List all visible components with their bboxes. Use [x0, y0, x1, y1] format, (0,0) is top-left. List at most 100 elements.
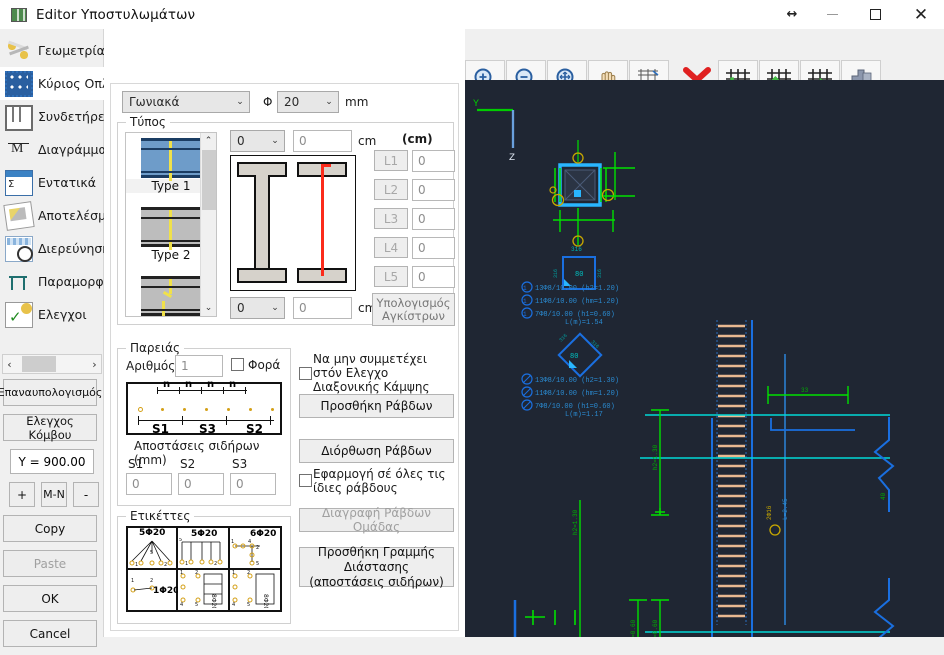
annotation-line: 7Φ8/10.00 (h1=0.60) — [535, 403, 615, 411]
svg-text:5: 5 — [247, 602, 250, 608]
dim-label: h1=0.60 — [652, 619, 659, 637]
cad-drawing-area[interactable]: Y Z 316 80 316 316 1 13Φ8/10.00 (h2=1.20… — [465, 80, 944, 637]
label-tile[interactable]: 6Φ20 14 25 1 2 4 5 8Φ20 — [230, 526, 282, 612]
sidebar-horizontal-scrollbar[interactable]: ‹ › — [2, 354, 102, 374]
svg-text:2: 2 — [247, 570, 250, 576]
sidebar-item-diagrams[interactable]: Διαγράμματα — [0, 133, 104, 166]
close-button[interactable]: ✕ — [898, 0, 944, 29]
add-dimension-line-button[interactable]: Προσθήκη Γραμμής Διάστασης (αποστάσεις σ… — [299, 545, 454, 589]
minus-button[interactable]: - — [73, 482, 99, 507]
copy-button[interactable]: Copy — [3, 515, 97, 542]
add-dimension-line-l2: (αποστάσεις σιδήρων) — [309, 574, 444, 589]
spacing-title: Αποστάσεις σιδήρων (mm) — [134, 439, 260, 467]
face-group: Παρειάς Αριθμός 1 Φορά n n n n S1 S3 S2 … — [117, 341, 291, 506]
exclude-biaxial-label: Να μην συμμετέχει στόν Ελεγχο Διαξονικής… — [313, 352, 430, 394]
sidebar-item-label: Συνδετήρες — [38, 109, 104, 124]
l5-input[interactable]: 0 — [412, 266, 455, 288]
fix-bars-button[interactable]: Διόρθωση Ράβδων — [299, 439, 454, 463]
l3-input[interactable]: 0 — [412, 208, 455, 230]
l2-input[interactable]: 0 — [412, 179, 455, 201]
label-tile[interactable]: 5Φ20 512 1 2 4 5 8Φ20 — [178, 526, 230, 612]
svg-text:L=2.45: L=2.45 — [782, 498, 789, 520]
mn-controls: + M-N - — [9, 482, 101, 507]
sidebar-item-geometry[interactable]: Γεωμετρία — [0, 34, 104, 67]
paste-button: Paste — [3, 550, 97, 577]
scrollbar-thumb[interactable] — [22, 356, 56, 372]
top-offset-input[interactable]: 0 — [293, 130, 352, 152]
diameter-unit-label: mm — [345, 95, 369, 109]
bar-shape-select[interactable]: Γωνιακά ⌄ — [122, 91, 250, 113]
face-group-title: Παρειάς — [126, 341, 185, 355]
sidebar-item-main-reinforcement[interactable]: Κύριος Οπλισμός — [0, 67, 104, 100]
checks-icon — [5, 301, 33, 328]
svg-text:Y: Y — [473, 99, 479, 110]
spacing-s2-input[interactable]: 0 — [178, 473, 224, 495]
deformations-icon — [5, 269, 33, 295]
l1-input[interactable]: 0 — [412, 150, 455, 172]
exclude-biaxial-checkbox[interactable] — [299, 367, 312, 380]
type-1-thumb — [141, 138, 201, 181]
sidebar-item-internal-forces[interactable]: Εντατικά — [0, 166, 104, 199]
type-group-title: Τύπος — [126, 115, 170, 129]
length-unit-header: (cm) — [402, 132, 433, 146]
bottom-offset-input[interactable]: 0 — [293, 297, 352, 319]
chevron-down-icon: ⌄ — [271, 303, 279, 313]
sidebar-item-stirrups[interactable]: Συνδετήρες — [0, 100, 104, 133]
sidebar-item-investigation[interactable]: Διερεύνηση — [0, 232, 104, 265]
svg-text:1: 1 — [131, 578, 134, 584]
title-bar: Editor Υποστυλωμάτων ↔ ✕ — [0, 0, 944, 29]
node-check-button[interactable]: Ελεγχος Κόμβου — [3, 414, 97, 442]
scroll-up-arrow-icon[interactable]: ⌃ — [201, 133, 216, 149]
annotation-line: L(m)=1.54 — [565, 319, 603, 327]
n-label: n — [207, 379, 215, 390]
face-diagram[interactable]: n n n n S1 S3 S2 — [126, 379, 282, 436]
svg-text:4: 4 — [180, 602, 183, 608]
type-list-scrollbar[interactable]: ⌃ ⌄ — [200, 133, 216, 316]
scroll-right-arrow-icon[interactable]: › — [88, 358, 101, 371]
maximize-button[interactable] — [852, 0, 898, 29]
svg-text:1: 1 — [523, 311, 527, 318]
type-listbox[interactable]: Type 1 Type 2 ⌃ ⌄ — [125, 132, 217, 317]
top-unit-label: cm — [358, 134, 377, 148]
bottom-offset-select[interactable]: 0 ⌄ — [230, 297, 285, 319]
cancel-button[interactable]: Cancel — [3, 620, 97, 647]
labels-group-title: Ετικέττες — [126, 509, 195, 523]
label-tile[interactable]: 5Φ20 12 5 12 1Φ20 — [126, 526, 179, 612]
phi-label: Φ — [263, 95, 273, 109]
scroll-down-arrow-icon[interactable]: ⌄ — [201, 300, 216, 316]
svg-text:1: 1 — [185, 561, 188, 567]
sidebar-item-results[interactable]: Αποτελέσματα — [0, 199, 104, 232]
minimize-button[interactable] — [812, 0, 852, 29]
scroll-left-arrow-icon[interactable]: ‹ — [3, 358, 16, 371]
dim-80: 80 — [575, 271, 583, 279]
diameter-select[interactable]: 20 ⌄ — [277, 91, 339, 113]
svg-text:2: 2 — [214, 561, 217, 567]
direction-checkbox[interactable] — [231, 358, 244, 371]
svg-text:2: 2 — [256, 545, 259, 551]
count-input[interactable]: 1 — [175, 355, 223, 377]
mn-button[interactable]: M-N — [41, 482, 67, 507]
n-label: n — [163, 379, 171, 390]
plus-button[interactable]: + — [9, 482, 35, 507]
sidebar-item-deformations[interactable]: Παραμορφώσεις — [0, 265, 104, 298]
section-preview[interactable] — [230, 155, 356, 291]
hooks-calc-button[interactable]: Υπολογισμός Αγκίστρων — [372, 293, 455, 326]
svg-text:1: 1 — [523, 285, 527, 292]
top-offset-select[interactable]: 0 ⌄ — [230, 130, 285, 152]
l3-button: L3 — [374, 208, 408, 229]
diagrams-icon — [5, 137, 33, 163]
bar-label: 2Φ16 — [766, 505, 773, 520]
recalculate-button[interactable]: Επαναυπολογισμός — [0, 379, 102, 406]
add-bars-button[interactable]: Προσθήκη Ράβδων — [299, 394, 454, 418]
apply-all-same-checkbox[interactable] — [299, 474, 312, 487]
dim-label: h2=1.30 — [572, 509, 579, 535]
ok-button[interactable]: OK — [3, 585, 97, 612]
sidebar-item-checks[interactable]: Ελεγχοι — [0, 298, 104, 331]
spacing-s1-input[interactable]: 0 — [126, 473, 172, 495]
spacing-s3-input[interactable]: 0 — [230, 473, 276, 495]
y-value-field[interactable]: Υ = 900.00 — [10, 449, 94, 474]
svg-text:5: 5 — [150, 550, 153, 556]
resize-icon[interactable]: ↔ — [772, 0, 812, 29]
l4-input[interactable]: 0 — [412, 237, 455, 259]
scrollbar-thumb[interactable] — [202, 150, 216, 210]
